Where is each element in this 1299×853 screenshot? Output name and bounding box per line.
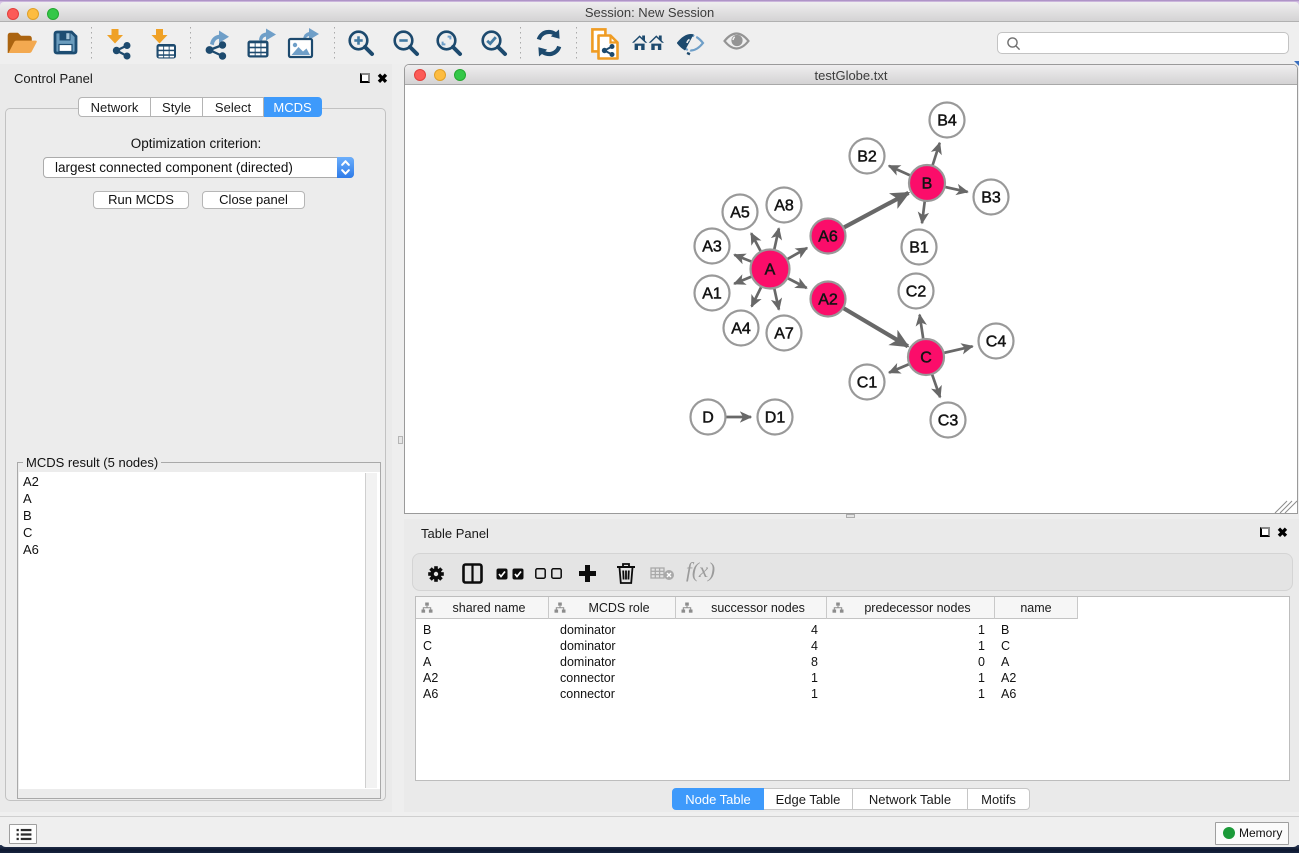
svg-text:C3: C3 bbox=[938, 413, 959, 430]
svg-text:C2: C2 bbox=[906, 284, 927, 301]
svg-text:A: A bbox=[765, 262, 776, 279]
svg-text:D: D bbox=[702, 410, 714, 427]
svg-text:B2: B2 bbox=[857, 149, 877, 166]
svg-text:A4: A4 bbox=[731, 321, 751, 338]
svg-text:B: B bbox=[922, 176, 933, 193]
svg-text:A1: A1 bbox=[702, 286, 722, 303]
svg-text:A8: A8 bbox=[774, 198, 794, 215]
svg-text:C: C bbox=[920, 350, 932, 367]
svg-text:C1: C1 bbox=[857, 375, 878, 392]
svg-text:A7: A7 bbox=[774, 326, 794, 343]
svg-text:B3: B3 bbox=[981, 190, 1001, 207]
svg-text:B1: B1 bbox=[909, 240, 929, 257]
svg-text:D1: D1 bbox=[765, 410, 786, 427]
svg-text:C4: C4 bbox=[986, 334, 1007, 351]
svg-text:A3: A3 bbox=[702, 239, 722, 256]
svg-text:A6: A6 bbox=[818, 229, 838, 246]
svg-text:A5: A5 bbox=[730, 205, 750, 222]
svg-text:A2: A2 bbox=[818, 292, 838, 309]
svg-text:B4: B4 bbox=[937, 113, 957, 130]
